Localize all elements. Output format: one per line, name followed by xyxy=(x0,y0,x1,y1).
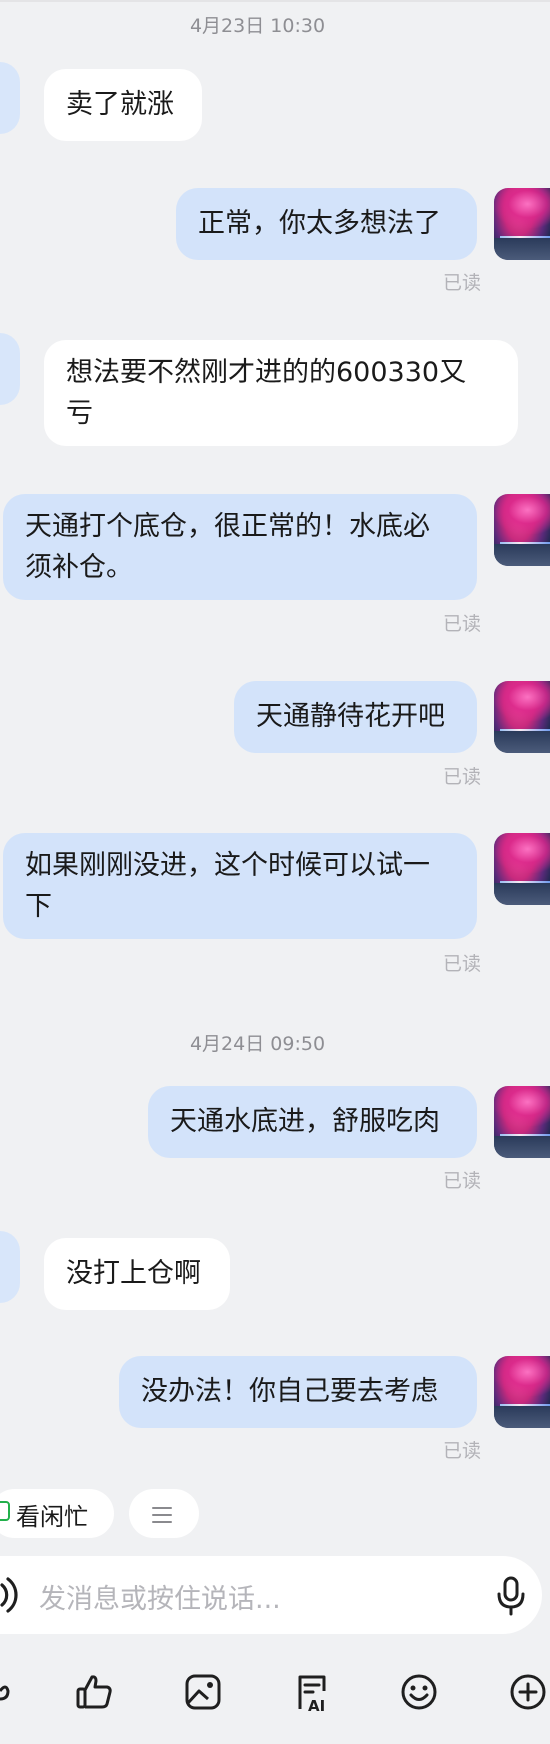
read-status: 已读 xyxy=(442,1440,481,1462)
message-text: 天通静待花开吧 xyxy=(256,701,445,732)
incoming-avatar-partial[interactable] xyxy=(0,62,20,134)
message-text: 卖了就涨 xyxy=(66,89,174,120)
emoji-icon[interactable] xyxy=(400,1673,438,1711)
microphone-icon[interactable] xyxy=(496,1576,526,1616)
message-input-bar[interactable]: 发消息或按住说话... xyxy=(0,1556,542,1634)
message-text-line: 亏 xyxy=(66,398,93,429)
plus-icon[interactable] xyxy=(509,1673,547,1711)
outgoing-message[interactable]: 正常，你太多想法了 xyxy=(176,188,477,260)
message-text: 没办法！你自己要去考虑 xyxy=(141,1376,438,1407)
outgoing-message[interactable]: 没办法！你自己要去考虑 xyxy=(119,1356,477,1428)
read-status: 已读 xyxy=(442,272,481,294)
message-text-line: 如果刚刚没进，这个时候可以试一 xyxy=(25,850,430,881)
incoming-message[interactable]: 想法要不然刚才进的的600330又 亏 xyxy=(44,340,518,446)
ai-badge: AI xyxy=(308,1697,325,1713)
user-avatar[interactable] xyxy=(494,188,550,260)
incoming-avatar-partial[interactable] xyxy=(0,1231,20,1303)
message-text-line: 天通打个底仓，很正常的！水底必 xyxy=(25,511,430,542)
message-text-line: 须补仓。 xyxy=(25,552,133,583)
message-text-line: 想法要不然刚才进的的600330又 xyxy=(66,357,467,388)
incoming-message[interactable]: 没打上仓啊 xyxy=(44,1238,230,1310)
incoming-avatar-partial[interactable] xyxy=(0,333,20,405)
incoming-message[interactable]: 卖了就涨 xyxy=(44,69,202,141)
availability-label: 看闲忙 xyxy=(16,1503,88,1531)
user-avatar[interactable] xyxy=(494,1086,550,1158)
outgoing-message[interactable]: 天通水底进，舒服吃肉 xyxy=(148,1086,477,1158)
thumbs-up-icon[interactable] xyxy=(75,1673,113,1711)
timestamp: 4月23日 10:30 xyxy=(189,15,326,37)
menu-icon xyxy=(152,1507,172,1523)
read-status: 已读 xyxy=(442,1170,481,1192)
image-icon[interactable] xyxy=(184,1673,222,1711)
read-status: 已读 xyxy=(442,766,481,788)
ai-writing-icon[interactable]: AI xyxy=(292,1673,332,1713)
outgoing-message[interactable]: 如果刚刚没进，这个时候可以试一 下 xyxy=(3,833,477,939)
outgoing-message[interactable]: 天通静待花开吧 xyxy=(234,681,477,753)
timestamp: 4月24日 09:50 xyxy=(189,1033,326,1055)
message-text: 正常，你太多想法了 xyxy=(198,208,441,239)
message-input-placeholder[interactable]: 发消息或按住说话... xyxy=(39,1577,281,1616)
message-text: 没打上仓啊 xyxy=(66,1258,201,1289)
partial-icon[interactable] xyxy=(0,1673,10,1709)
availability-chip[interactable]: 看闲忙 xyxy=(0,1489,114,1538)
user-avatar[interactable] xyxy=(494,833,550,905)
read-status: 已读 xyxy=(442,613,481,635)
message-text: 天通水底进，舒服吃肉 xyxy=(170,1106,440,1137)
top-divider xyxy=(0,0,550,2)
user-avatar[interactable] xyxy=(494,681,550,753)
outgoing-message[interactable]: 天通打个底仓，很正常的！水底必 须补仓。 xyxy=(3,494,477,600)
user-avatar[interactable] xyxy=(494,1356,550,1428)
user-avatar[interactable] xyxy=(494,494,550,566)
read-status: 已读 xyxy=(442,953,481,975)
calendar-icon xyxy=(0,1501,10,1521)
message-text-line: 下 xyxy=(25,891,52,922)
sound-wave-icon[interactable] xyxy=(0,1576,24,1614)
